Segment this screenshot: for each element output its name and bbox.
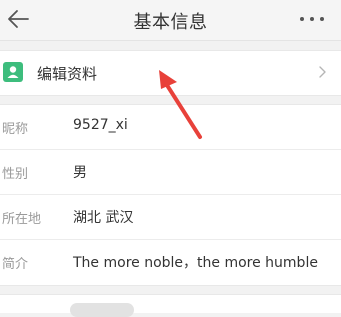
field-label: 昵称 bbox=[2, 122, 29, 137]
bottom-element-peek bbox=[70, 303, 134, 317]
field-value: The more noble，the more humble bbox=[73, 255, 318, 271]
field-value: 男 bbox=[73, 165, 87, 181]
field-value: 湖北 武汉 bbox=[73, 210, 134, 226]
top-bar: 基本信息 bbox=[0, 0, 341, 41]
more-dots-icon[interactable] bbox=[298, 14, 326, 24]
field-bio[interactable]: 简介 The more noble，the more humble bbox=[0, 240, 341, 285]
chevron-right-icon bbox=[319, 66, 326, 78]
edit-profile-label: 编辑资料 bbox=[37, 65, 98, 83]
bottom-section bbox=[0, 294, 341, 317]
edit-profile-row[interactable]: 编辑资料 bbox=[0, 50, 341, 96]
field-label: 简介 bbox=[2, 257, 29, 272]
field-gender[interactable]: 性别 男 bbox=[0, 150, 341, 195]
page-title: 基本信息 bbox=[133, 12, 208, 33]
field-label: 性别 bbox=[2, 167, 29, 182]
field-nickname[interactable]: 昵称 9527_xi bbox=[0, 105, 341, 150]
edit-profile-icon bbox=[3, 62, 23, 82]
field-location[interactable]: 所在地 湖北 武汉 bbox=[0, 195, 341, 240]
field-value: 9527_xi bbox=[73, 117, 128, 133]
profile-info-list: 昵称 9527_xi 性别 男 所在地 湖北 武汉 简介 The more no… bbox=[0, 104, 341, 286]
field-label: 所在地 bbox=[2, 212, 42, 227]
